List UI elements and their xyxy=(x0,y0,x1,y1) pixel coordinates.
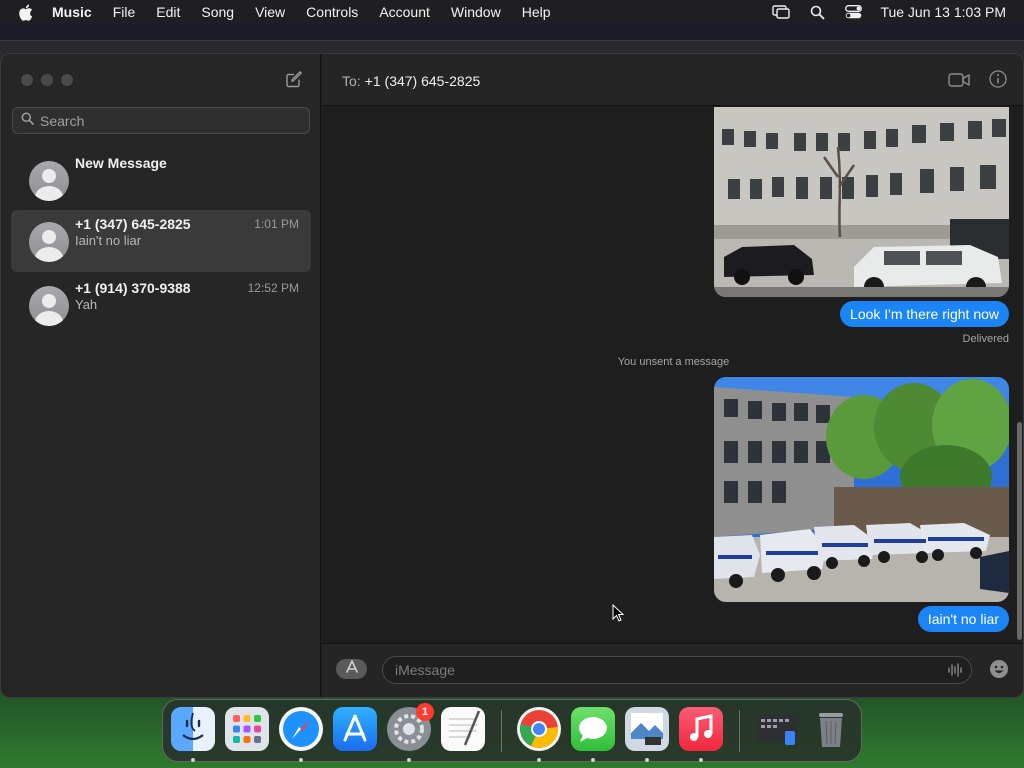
dock-separator xyxy=(501,710,502,752)
sent-message-bubble[interactable]: Look I'm there right now xyxy=(840,301,1009,327)
system-settings-running-indicator xyxy=(407,758,411,762)
conversation-time: 1:01 PM xyxy=(254,217,299,231)
emoji-icon[interactable] xyxy=(989,659,1009,679)
finder-running-indicator xyxy=(191,758,195,762)
spotlight-search-icon[interactable] xyxy=(808,5,826,19)
sidebar: New Message +1 (347) 645-2825 Iain't no … xyxy=(1,54,321,697)
recipient-field[interactable]: To: +1 (347) 645-2825 xyxy=(342,73,480,89)
delivered-status: Delivered xyxy=(962,333,1009,345)
system-settings-badge: 1 xyxy=(416,703,434,721)
screen-mirroring-icon[interactable] xyxy=(772,5,791,19)
avatar xyxy=(29,161,69,201)
conversation-time: 12:52 PM xyxy=(247,281,299,295)
menu-app-name[interactable]: Music xyxy=(52,4,92,20)
messages-window: New Message +1 (347) 645-2825 Iain't no … xyxy=(0,53,1024,698)
music-icon[interactable] xyxy=(679,707,723,751)
menu-edit[interactable]: Edit xyxy=(156,4,180,20)
mouse-cursor-icon xyxy=(612,603,625,622)
conversation-name: +1 (347) 645-2825 xyxy=(75,216,191,232)
conversation-preview: Iain't no liar xyxy=(75,233,142,248)
conversation-new-message[interactable]: New Message xyxy=(11,149,311,211)
messages-icon[interactable] xyxy=(571,707,615,751)
conversation-header: To: +1 (347) 645-2825 xyxy=(322,54,1023,106)
preview-running-indicator xyxy=(645,758,649,762)
conversation-item[interactable]: +1 (914) 370-9388 Yah 12:52 PM xyxy=(11,274,311,336)
conversation-name: New Message xyxy=(75,155,167,171)
imessage-field[interactable] xyxy=(382,656,972,684)
avatar xyxy=(29,286,69,326)
apps-button[interactable] xyxy=(336,659,367,679)
dock xyxy=(162,699,862,762)
safari-running-indicator xyxy=(299,758,303,762)
app-store-apps-icon xyxy=(345,659,359,679)
facetime-video-icon[interactable] xyxy=(948,72,970,88)
transcript-scrollbar[interactable] xyxy=(1017,422,1022,640)
apple-menu-icon[interactable] xyxy=(18,3,34,21)
unsent-notice: You unsent a message xyxy=(617,356,730,368)
photo-message-police-cars[interactable] xyxy=(714,377,1009,602)
textedit-icon[interactable] xyxy=(441,707,485,751)
messages-running-indicator xyxy=(591,758,595,762)
sent-message-bubble[interactable]: Iain't no liar xyxy=(917,606,1009,632)
chrome-running-indicator xyxy=(537,758,541,762)
menu-file[interactable]: File xyxy=(113,4,136,20)
window-controls xyxy=(21,74,73,86)
audio-waveform-icon[interactable] xyxy=(947,662,963,678)
minimize-window-button[interactable] xyxy=(41,74,53,86)
screenshot-folder-icon[interactable] xyxy=(755,707,799,751)
conversation-preview: Yah xyxy=(75,297,98,312)
dock-separator xyxy=(739,710,740,752)
compose-icon[interactable] xyxy=(285,70,303,88)
conversation-item-selected[interactable]: +1 (347) 645-2825 Iain't no liar 1:01 PM xyxy=(11,210,311,272)
preview-icon[interactable] xyxy=(625,707,669,751)
menubar-clock[interactable]: Tue Jun 13 1:03 PM xyxy=(880,4,1006,20)
message-composer xyxy=(322,643,1023,697)
photo-message-building[interactable] xyxy=(714,107,1009,297)
search-input[interactable] xyxy=(40,112,290,129)
launchpad-icon[interactable] xyxy=(225,707,269,751)
chrome-icon[interactable] xyxy=(517,707,561,751)
menu-window[interactable]: Window xyxy=(451,4,501,20)
conversation-name: +1 (914) 370-9388 xyxy=(75,280,191,296)
app-store-icon[interactable] xyxy=(333,707,377,751)
message-input[interactable] xyxy=(395,662,935,678)
menu-controls[interactable]: Controls xyxy=(306,4,358,20)
menu-help[interactable]: Help xyxy=(522,4,551,20)
recipient-value: +1 (347) 645-2825 xyxy=(364,73,481,89)
info-icon[interactable] xyxy=(989,70,1007,88)
close-window-button[interactable] xyxy=(21,74,33,86)
search-field[interactable] xyxy=(12,107,310,134)
music-running-indicator xyxy=(699,758,703,762)
menu-account[interactable]: Account xyxy=(379,4,430,20)
trash-icon[interactable] xyxy=(809,707,853,751)
finder-icon[interactable] xyxy=(171,707,215,751)
control-center-icon[interactable] xyxy=(844,5,862,19)
menu-song[interactable]: Song xyxy=(201,4,234,20)
safari-icon[interactable] xyxy=(279,707,323,751)
avatar xyxy=(29,222,69,262)
menu-view[interactable]: View xyxy=(255,4,285,20)
menu-bar: Music File Edit Song View Controls Accou… xyxy=(0,0,1024,24)
conversation-pane: To: +1 (347) 645-2825 Look I'm there rig… xyxy=(322,54,1023,697)
zoom-window-button[interactable] xyxy=(61,74,73,86)
to-label: To: xyxy=(342,73,361,89)
search-icon xyxy=(21,112,34,130)
message-transcript[interactable]: Look I'm there right now Delivered You u… xyxy=(322,107,1023,642)
